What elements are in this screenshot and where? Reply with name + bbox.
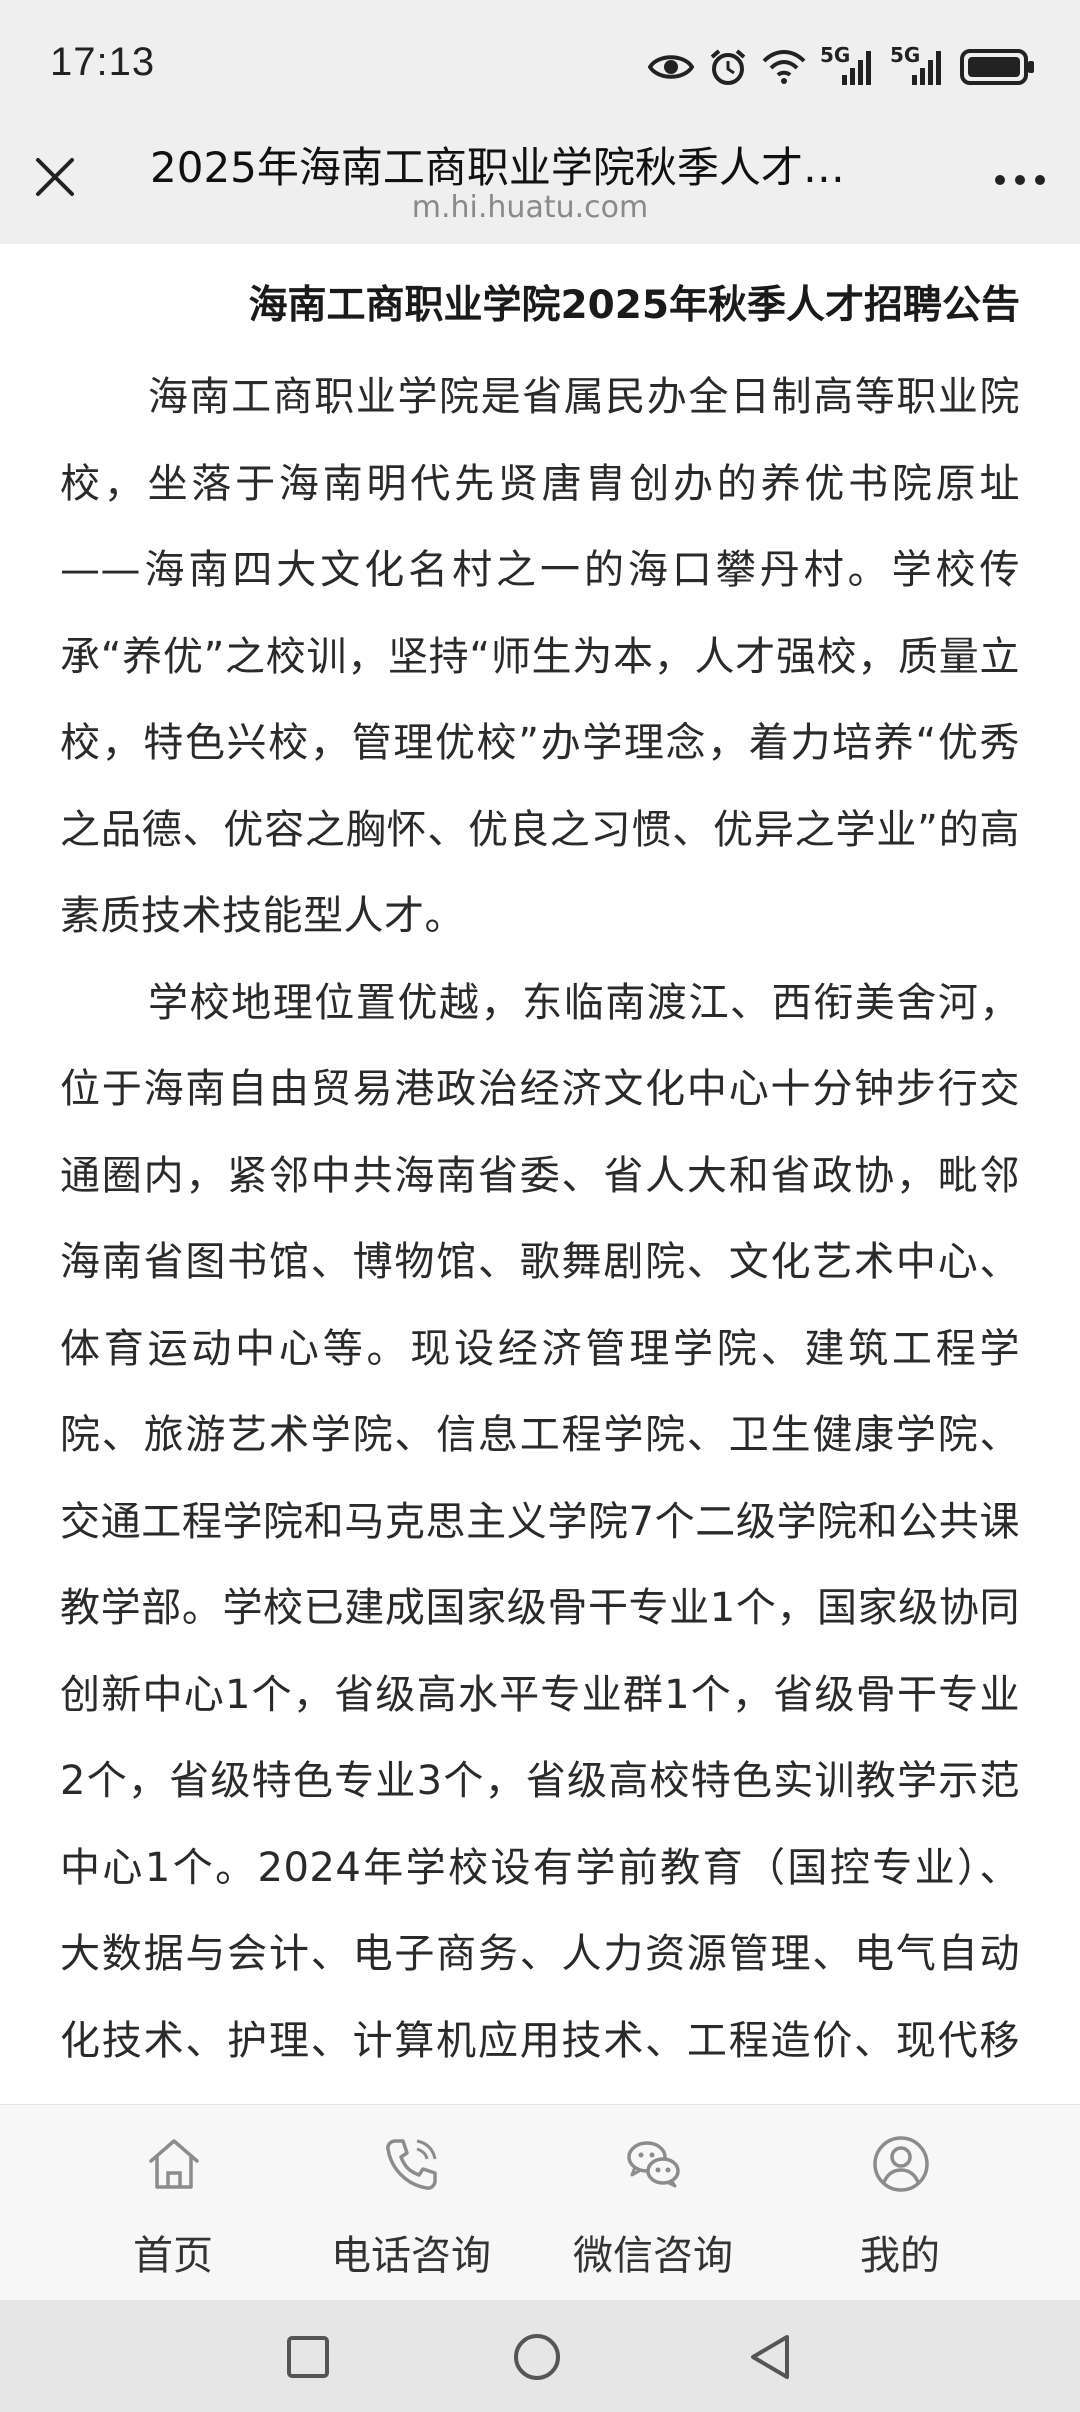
article-body: 海南工商职业学院是省属民办全日制高等职业院校，坐落于海南明代先贤唐胄创办的养优书…: [60, 354, 1020, 2104]
alarm-icon: [708, 47, 748, 87]
more-button[interactable]: [990, 160, 1050, 200]
page-title: 2025年海南工商职业学院秋季人才…: [150, 143, 845, 190]
close-icon: [36, 158, 74, 196]
system-nav-bar: [0, 2300, 1080, 2412]
eye-comfort-icon: [648, 52, 694, 82]
back-icon: [751, 2335, 789, 2379]
close-button[interactable]: [30, 152, 80, 202]
more-icon: [995, 175, 1045, 185]
article-heading: 海南工商职业学院2025年秋季人才招聘公告: [248, 283, 1020, 328]
home-icon: [149, 2139, 199, 2189]
article-content[interactable]: 海南工商职业学院2025年秋季人才招聘公告 海南工商职业学院是省属民办全日制高等…: [0, 244, 1080, 2104]
nav-label-phone: 电话咨询: [331, 2233, 491, 2279]
signal-5g-icon: 5G: [820, 43, 876, 87]
wifi-icon: [762, 49, 806, 85]
signal-5g-icon: 5G: [890, 43, 946, 87]
nav-item-profile[interactable]: 我的: [780, 2105, 1020, 2301]
back-button[interactable]: [745, 2332, 795, 2382]
nav-label-wechat: 微信咨询: [573, 2233, 733, 2279]
status-time: 17:13: [50, 40, 156, 84]
nav-label-profile: 我的: [860, 2233, 940, 2279]
nav-item-wechat[interactable]: 微信咨询: [533, 2105, 773, 2301]
home-circle-icon: [514, 2334, 560, 2380]
browser-title-bar: 2025年海南工商职业学院秋季人才… m.hi.huatu.com: [0, 134, 1080, 244]
battery-icon: [960, 48, 1036, 86]
system-home-button[interactable]: [512, 2332, 562, 2382]
article-paragraph: 学校地理位置优越，东临南渡江、西衔美舍河，位于海南自由贸易港政治经济文化中心十分…: [60, 979, 1020, 2064]
status-icons: 5G 5G: [648, 43, 1036, 90]
article-paragraph: 海南工商职业学院是省属民办全日制高等职业院校，坐落于海南明代先贤唐胄创办的养优书…: [60, 374, 1020, 939]
wechat-icon: [627, 2141, 680, 2188]
phone-icon: [386, 2139, 437, 2190]
status-bar: 17:13 5G 5G: [0, 0, 1080, 134]
bottom-nav: 首页 电话咨询 微信咨询 我的: [0, 2104, 1080, 2301]
nav-label-home: 首页: [133, 2233, 213, 2279]
nav-item-phone[interactable]: 电话咨询: [291, 2105, 531, 2301]
page-url: m.hi.huatu.com: [411, 190, 649, 225]
user-icon: [873, 2136, 929, 2192]
recents-icon: [287, 2336, 329, 2378]
nav-item-home[interactable]: 首页: [53, 2105, 293, 2301]
recents-button[interactable]: [283, 2332, 333, 2382]
